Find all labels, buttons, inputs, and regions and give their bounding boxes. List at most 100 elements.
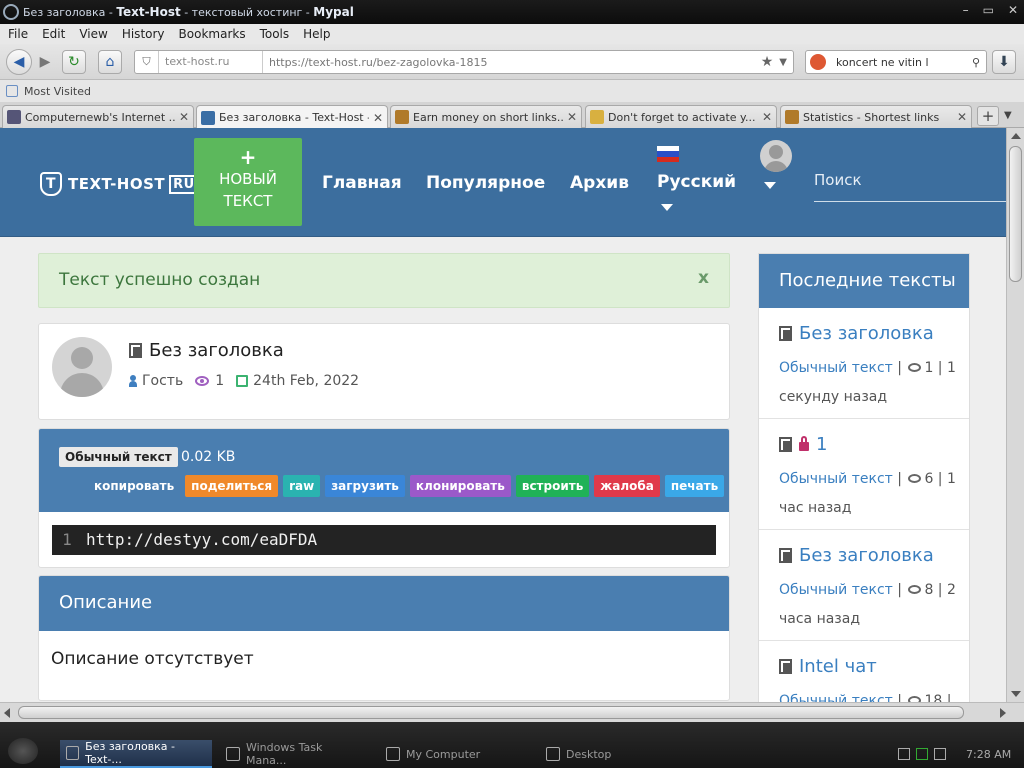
horizontal-scrollbar[interactable] [0,702,1024,722]
tab-strip: Computernewb's Internet ... ✕ Без заголо… [0,102,1024,129]
menu-help[interactable]: Help [303,27,330,41]
recent-paste-syntax[interactable]: Обычный текст [779,360,893,376]
tab-list-icon[interactable]: ▼ [1004,106,1020,126]
search-icon[interactable]: ⚲ [972,56,986,69]
vertical-scrollbar[interactable] [1006,128,1024,702]
duckduckgo-icon[interactable] [810,54,826,70]
alert-close-button[interactable]: x [698,268,709,288]
nav-home[interactable]: Главная [322,173,402,193]
address-bar[interactable]: ⛉ text-host.ru https://text-host.ru/bez-… [134,50,794,74]
tab-label: Don't forget to activate y... [608,110,756,124]
meta-separator: | [892,360,907,376]
network-icon[interactable] [916,748,928,760]
clone-button[interactable]: клонировать [409,475,511,497]
tab-earn-money[interactable]: Earn money on short links... ✕ [390,105,582,128]
tab-close-icon[interactable]: ✕ [373,111,383,125]
code-line[interactable]: http://destyy.com/eaDFDA [82,525,317,555]
taskbar-item-my-computer[interactable]: My Computer [380,740,532,768]
download-paste-button[interactable]: загрузить [325,475,405,497]
tab-close-icon[interactable]: ✕ [762,110,772,124]
scroll-down-icon[interactable] [1011,691,1021,697]
forward-button[interactable]: ▶ [33,50,57,74]
bookmark-most-visited[interactable]: Most Visited [24,85,91,98]
minimize-button[interactable]: – [963,3,969,17]
recent-paste-title[interactable]: Без заголовка [799,545,934,566]
plus-icon: + [239,145,257,169]
keyboard-icon[interactable] [898,748,910,760]
tab-close-icon[interactable]: ✕ [179,110,189,124]
meta-separator: | [942,693,952,702]
new-text-button[interactable]: + НОВЫЙ ТЕКСТ [194,138,302,226]
system-tray [898,748,946,760]
tab-statistics[interactable]: Statistics - Shortest links ✕ [780,105,972,128]
back-button[interactable]: ◀ [6,49,32,75]
vertical-scroll-thumb[interactable] [1009,146,1022,282]
scroll-right-icon[interactable] [1000,708,1006,718]
horizontal-scroll-thumb[interactable] [18,706,964,719]
clock[interactable]: 7:28 AM [966,748,1011,761]
menu-history[interactable]: History [122,27,165,41]
meta-separator: | [892,582,907,598]
copy-button[interactable]: копировать [88,475,181,497]
taskbar-item-task-manager[interactable]: Windows Task Mana... [220,740,372,768]
url-input[interactable]: https://text-host.ru/bez-zagolovka-1815 [263,56,761,69]
tab-label: Computernewb's Internet ... [25,110,175,124]
site-search-input[interactable]: Поиск [814,168,1006,202]
taskbar: Без заголовка - Text-... Windows Task Ma… [0,722,1024,768]
start-button[interactable] [8,738,38,764]
menu-bookmarks[interactable]: Bookmarks [179,27,246,41]
close-window-button[interactable]: ✕ [1008,3,1018,17]
report-button[interactable]: жалоба [594,475,660,497]
site-identity-label[interactable]: text-host.ru [159,51,263,73]
home-button[interactable]: ⌂ [98,50,122,74]
raw-button[interactable]: raw [283,475,321,497]
download-button[interactable]: ⬇ [992,50,1016,74]
user-menu[interactable] [760,140,792,189]
scroll-up-icon[interactable] [1011,133,1021,139]
recent-paste-title[interactable]: Без заголовка [799,323,934,344]
recent-paste-title[interactable]: Intel чат [799,656,877,677]
language-selector[interactable]: Русский [657,146,736,211]
document-icon [779,658,793,675]
recent-paste-title[interactable]: 1 [816,434,827,455]
maximize-button[interactable]: ▭ [983,3,994,17]
tab-close-icon[interactable]: ✕ [567,110,577,124]
volume-icon[interactable] [934,748,946,760]
eye-icon [195,376,210,386]
tab-activate[interactable]: Don't forget to activate y... ✕ [585,105,777,128]
recent-paste-syntax[interactable]: Обычный текст [779,582,893,598]
menu-edit[interactable]: Edit [42,27,65,41]
nav-popular[interactable]: Популярное [426,173,545,193]
tab-text-host[interactable]: Без заголовка - Text-Host -... ✕ [196,105,388,129]
scroll-left-icon[interactable] [4,708,10,718]
nav-archive[interactable]: Архив [570,173,629,193]
menu-file[interactable]: File [8,27,28,41]
print-button[interactable]: печать [664,475,725,497]
browser-search-input[interactable]: koncert ne vitin l [830,56,972,69]
embed-button[interactable]: встроить [515,475,590,497]
browser-icon [3,4,19,20]
new-tab-button[interactable]: + [977,106,999,126]
code-block[interactable]: 1 http://destyy.com/eaDFDA [52,525,716,555]
tab-computernewb[interactable]: Computernewb's Internet ... ✕ [2,105,194,128]
browser-search-bar[interactable]: koncert ne vitin l ⚲ [805,50,987,74]
site-identity-icon[interactable]: ⛉ [135,51,159,73]
url-dropdown-icon[interactable]: ▼ [779,57,793,68]
menu-tools[interactable]: Tools [260,27,290,41]
recent-paste-syntax[interactable]: Обычный текст [779,693,893,702]
tab-favicon-icon [201,110,215,125]
bookmark-star-icon[interactable]: ★ [761,54,780,70]
recent-pastes-sidebar: Последние тексты Без заголовка Обычный т… [758,253,970,702]
computer-icon [386,747,400,761]
menu-view[interactable]: View [79,27,107,41]
share-button[interactable]: поделиться [185,475,279,497]
taskbar-item-browser[interactable]: Без заголовка - Text-... [60,740,212,768]
taskbar-item-desktop[interactable]: Desktop [540,740,692,768]
tab-favicon-icon [395,110,409,124]
site-logo[interactable]: T TEXT-HOST RU [40,172,199,196]
tab-close-icon[interactable]: ✕ [957,110,967,124]
navigation-toolbar: ◀ ▶ ↻ ⌂ ⛉ text-host.ru https://text-host… [0,44,1024,80]
window-title: Без заголовка - Text-Host - текстовый хо… [23,5,354,19]
reload-button[interactable]: ↻ [62,50,86,74]
recent-paste-syntax[interactable]: Обычный текст [779,471,893,487]
